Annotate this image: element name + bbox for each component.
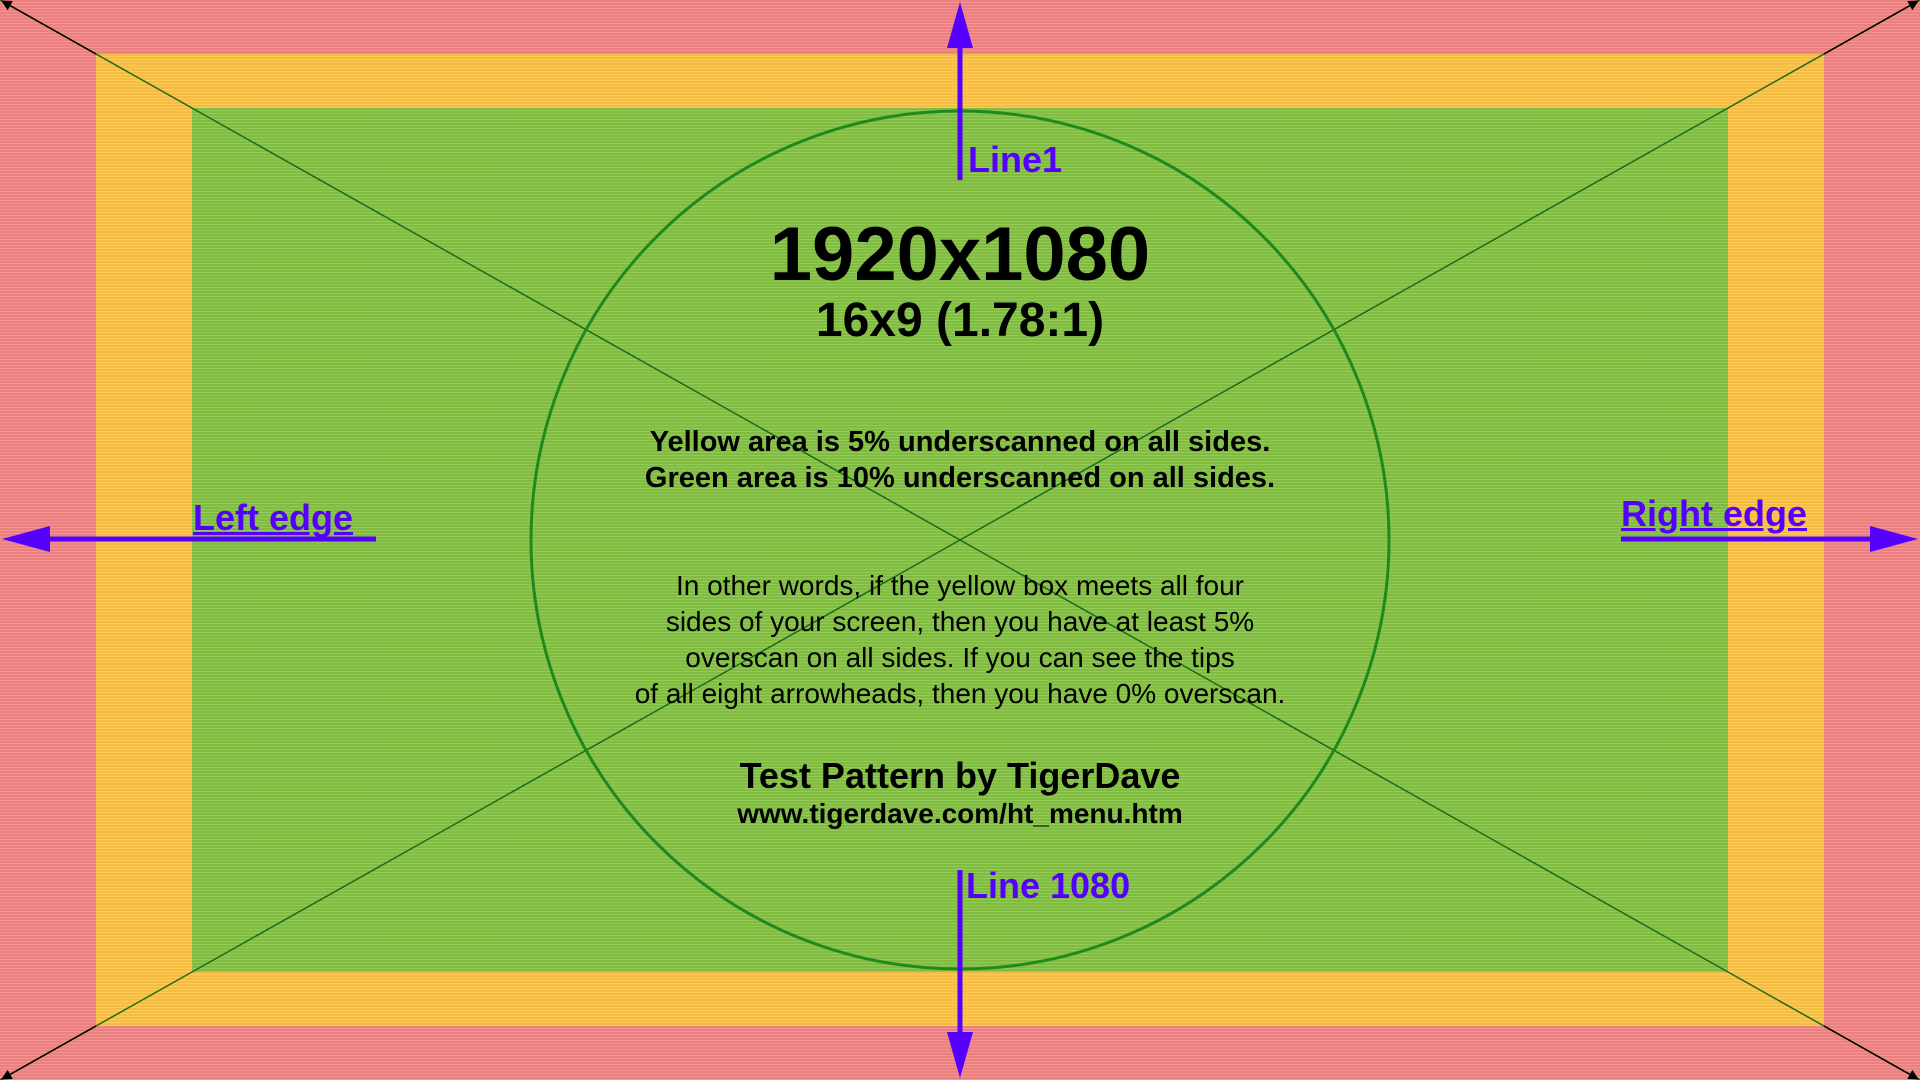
- credit-url: www.tigerdave.com/ht_menu.htm: [737, 798, 1183, 829]
- underscan-line-green: Green area is 10% underscanned on all si…: [644, 462, 1276, 494]
- arrow-right-head: [1870, 526, 1918, 552]
- line1080-label: Line 1080: [966, 865, 1131, 906]
- underscan-description: Yellow area is 5% underscanned on all si…: [0, 424, 1920, 496]
- overscan-line: overscan on all sides. If you can see th…: [685, 642, 1235, 673]
- credit-title: Test Pattern by TigerDave: [739, 755, 1181, 796]
- left-edge-label: Left edge: [193, 497, 354, 538]
- aspect-ratio-subtitle: 16x9 (1.78:1): [815, 294, 1105, 347]
- arrow-line1080-head: [947, 1032, 973, 1078]
- test-pattern: 1920x1080 16x9 (1.78:1) Yellow area is 5…: [0, 0, 1920, 1080]
- line1-label: Line1: [968, 139, 1063, 180]
- overscan-line: of all eight arrowheads, then you have 0…: [634, 678, 1286, 709]
- arrow-left-head: [2, 526, 50, 552]
- arrow-line1-head: [947, 2, 973, 48]
- overscan-line: In other words, if the yellow box meets …: [675, 570, 1245, 601]
- corner-arrow-bottom-left: [1, 1025, 97, 1080]
- overscan-line: sides of your screen, then you have at l…: [665, 606, 1255, 637]
- resolution-title: 1920x1080: [769, 212, 1151, 297]
- corner-arrow-top-right: [1823, 0, 1919, 55]
- right-edge-label: Right edge: [1621, 493, 1807, 534]
- pattern-overlay: [0, 0, 1920, 1080]
- corner-arrow-top-left: [1, 0, 97, 55]
- corner-arrow-bottom-right: [1823, 1025, 1919, 1080]
- underscan-line-yellow: Yellow area is 5% underscanned on all si…: [649, 426, 1271, 458]
- overscan-explanation: In other words, if the yellow box meets …: [0, 568, 1920, 712]
